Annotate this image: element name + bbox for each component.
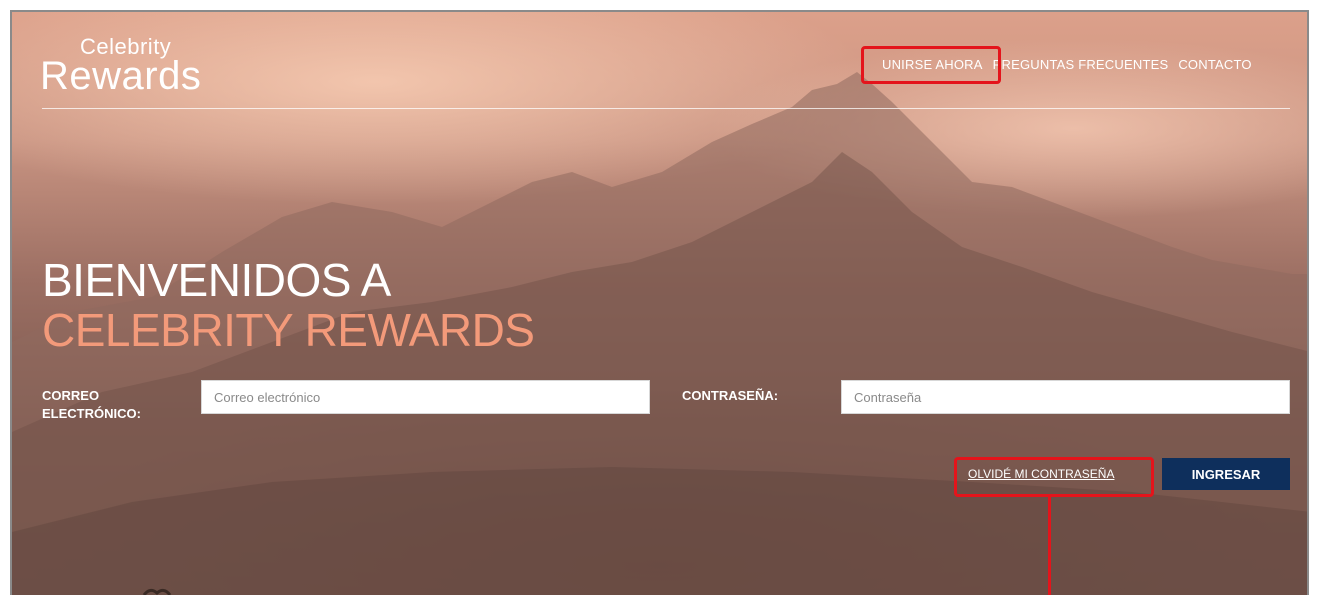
annotation-arrow xyxy=(1048,496,1051,595)
password-input[interactable] xyxy=(841,380,1290,414)
email-label: CORREO ELECTRÓNICO: xyxy=(42,388,141,421)
password-label: CONTRASEÑA: xyxy=(682,388,779,403)
page-frame: Celebrity Rewards UNIRSE AHORA PREGUNTAS… xyxy=(10,10,1309,595)
welcome-heading: BIENVENIDOS A CELEBRITY REWARDS xyxy=(42,257,535,353)
nav-faq-link[interactable]: PREGUNTAS FRECUENTES xyxy=(993,57,1169,72)
welcome-heading-line1: BIENVENIDOS A xyxy=(42,254,391,306)
welcome-heading-line2: CELEBRITY REWARDS xyxy=(42,304,535,356)
forgot-password-highlight-box xyxy=(954,457,1154,497)
join-now-highlight-box xyxy=(861,46,1001,84)
logo-line2: Rewards xyxy=(40,54,202,98)
bird-silhouette xyxy=(142,588,172,595)
nav-contact-link[interactable]: CONTACTO xyxy=(1178,57,1251,72)
header-divider xyxy=(42,108,1290,109)
login-button[interactable]: INGRESAR xyxy=(1162,458,1290,490)
email-input[interactable] xyxy=(201,380,650,414)
